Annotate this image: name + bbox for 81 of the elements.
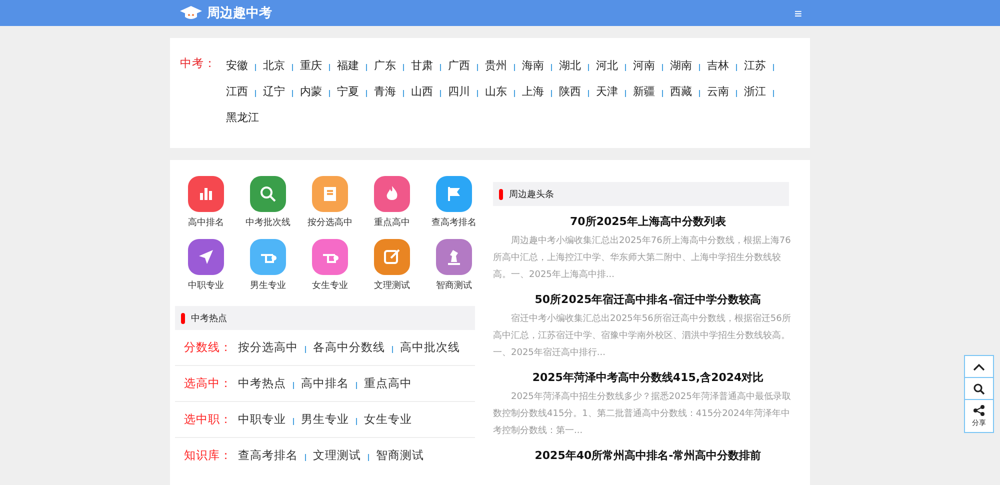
topic-link[interactable]: 按分选高中 — [238, 340, 298, 355]
news-title-link[interactable]: 2025年40所常州高中排名-常州高中分数排前 — [493, 449, 803, 463]
province-link[interactable]: 西藏 — [670, 84, 692, 98]
news-summary: 周边趣中考小编收集汇总出2025年76所上海高中分数线，根据上海76所高中汇总，上海控江中学、华东师大第二附中、上海中学招生分数线较高。一、2025年上海高中排... — [493, 234, 792, 282]
province-link[interactable]: 山东 — [485, 84, 507, 98]
province-link[interactable]: 广东 — [374, 58, 396, 72]
news-summary: 宿迁中考小编收集汇总出2025年56所宿迁高中分数线，根据宿迁56所高中汇总，江苏宿迁中学、宿豫中学南外校区、泗洪中学招生分数线较高。一、2025年宿迁高中排行... — [493, 312, 792, 360]
graduation-cap-icon — [180, 6, 202, 20]
category-label: 知识库： — [184, 448, 232, 463]
province-link[interactable]: 四川 — [448, 84, 470, 98]
topic-link[interactable]: 智商测试 — [376, 448, 424, 463]
shortcut-label[interactable]: 智商测试 — [436, 279, 472, 292]
news-title-link[interactable]: 50所2025年宿迁高中排名-宿迁中学分数较高 — [493, 293, 803, 307]
news-summary: 2025年菏泽高中招生分数线多少？据悉2025年菏泽普通高中最低录取数控制分数线415分。1、第二批普通高中分数线：415分2024年菏泽年中考控制分数线：第一... — [493, 390, 792, 438]
province-link[interactable]: 甘肃 — [411, 58, 433, 72]
topic-link[interactable]: 中考热点 — [238, 376, 286, 391]
search-icon[interactable] — [250, 176, 286, 212]
bar-chart-icon[interactable] — [188, 176, 224, 212]
section-marker-icon — [181, 312, 185, 324]
province-label: 中考： — [180, 56, 217, 72]
document-icon[interactable] — [312, 176, 348, 212]
section-title: 周边趣头条 — [509, 188, 554, 200]
topic-link[interactable]: 各高中分数线 — [313, 340, 385, 355]
topic-link[interactable]: 高中排名 — [301, 376, 349, 391]
topic-link[interactable]: 男生专业 — [301, 412, 349, 427]
flame-icon[interactable] — [374, 176, 410, 212]
province-link[interactable]: 黑龙江 — [226, 110, 259, 124]
shortcut-label[interactable]: 中职专业 — [188, 279, 224, 292]
province-link[interactable]: 云南 — [707, 84, 729, 98]
flag-icon[interactable] — [436, 176, 472, 212]
topic-link[interactable]: 重点高中 — [364, 376, 412, 391]
chevron-up-icon — [973, 362, 985, 370]
category-label: 选高中： — [184, 376, 232, 391]
category-label: 分数线： — [184, 340, 232, 355]
shortcut-label[interactable]: 查高考排名 — [432, 216, 476, 229]
paper-plane-icon[interactable] — [188, 239, 224, 275]
province-link[interactable]: 广西 — [448, 58, 470, 72]
province-link[interactable]: 宁夏 — [337, 84, 359, 98]
province-link[interactable]: 河南 — [633, 58, 655, 72]
topic-link[interactable]: 查高考排名 — [238, 448, 298, 463]
shortcut-label[interactable]: 男生专业 — [250, 279, 286, 292]
news-title-link[interactable]: 70所2025年上海高中分数列表 — [493, 215, 803, 229]
province-link[interactable]: 北京 — [263, 58, 285, 72]
news-title-link[interactable]: 2025年菏泽中考高中分数线415,含2024对比 — [493, 371, 803, 385]
province-link[interactable]: 上海 — [522, 84, 544, 98]
section-marker-icon — [499, 188, 503, 200]
edit-icon[interactable] — [374, 239, 410, 275]
chess-knight-icon[interactable] — [436, 239, 472, 275]
province-link[interactable]: 重庆 — [300, 58, 322, 72]
province-link[interactable]: 江苏 — [744, 58, 766, 72]
topic-link[interactable]: 女生专业 — [364, 412, 412, 427]
province-link[interactable]: 湖北 — [559, 58, 581, 72]
province-link[interactable]: 青海 — [374, 84, 396, 98]
province-link[interactable]: 福建 — [337, 58, 359, 72]
shortcut-label[interactable]: 女生专业 — [312, 279, 348, 292]
province-link[interactable]: 辽宁 — [263, 84, 285, 98]
province-link[interactable]: 贵州 — [485, 58, 507, 72]
province-link[interactable]: 吉林 — [707, 58, 729, 72]
share-icon — [973, 404, 985, 416]
province-link[interactable]: 安徽 — [226, 58, 248, 72]
shortcut-label[interactable]: 重点高中 — [374, 216, 410, 229]
province-link[interactable]: 新疆 — [633, 84, 655, 98]
section-title: 中考热点 — [191, 312, 227, 324]
province-link[interactable]: 内蒙 — [300, 84, 322, 98]
province-link[interactable]: 江西 — [226, 84, 248, 98]
province-link[interactable]: 河北 — [596, 58, 618, 72]
shortcut-label[interactable]: 文理测试 — [374, 279, 410, 292]
province-link[interactable]: 湖南 — [670, 58, 692, 72]
province-link[interactable]: 浙江 — [744, 84, 766, 98]
province-link[interactable]: 陕西 — [559, 84, 581, 98]
topic-link[interactable]: 中职专业 — [238, 412, 286, 427]
province-link[interactable]: 天津 — [596, 84, 618, 98]
shortcut-label[interactable]: 按分选高中 — [308, 216, 352, 229]
shortcut-label[interactable]: 中考批次线 — [246, 216, 290, 229]
category-label: 选中职： — [184, 412, 232, 427]
province-link[interactable]: 海南 — [522, 58, 544, 72]
topic-link[interactable]: 文理测试 — [313, 448, 361, 463]
province-link[interactable]: 山西 — [411, 84, 433, 98]
topic-link[interactable]: 高中批次线 — [400, 340, 460, 355]
shortcut-label[interactable]: 高中排名 — [188, 216, 224, 229]
search-icon — [973, 382, 985, 394]
